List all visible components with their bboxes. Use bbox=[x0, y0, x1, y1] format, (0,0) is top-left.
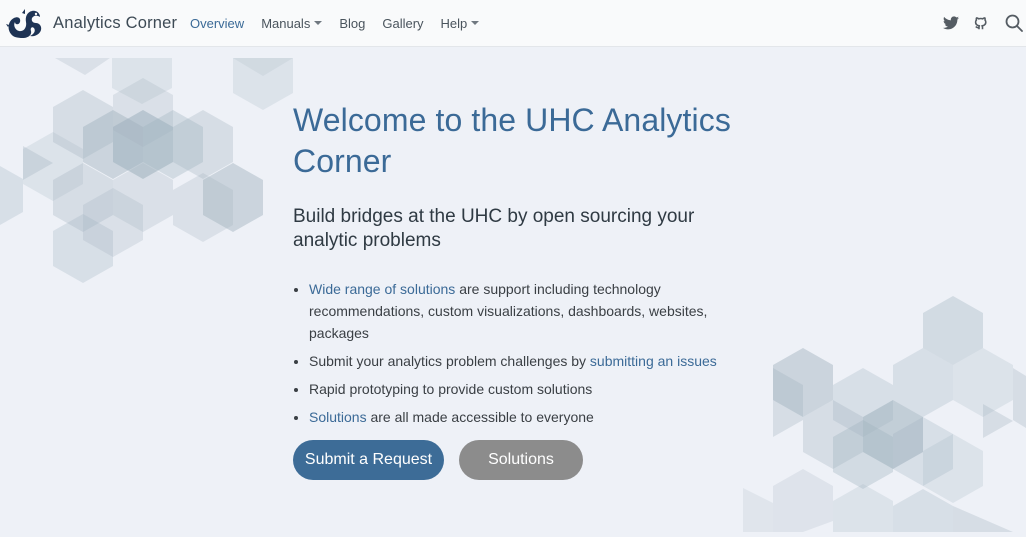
feature-list: Wide range of solutions are support incl… bbox=[293, 278, 733, 428]
list-item: Rapid prototyping to provide custom solu… bbox=[309, 378, 733, 400]
list-item: Wide range of solutions are support incl… bbox=[309, 278, 733, 344]
search-icon[interactable] bbox=[1004, 13, 1024, 33]
page-title: Welcome to the UHC Analytics Corner bbox=[293, 102, 731, 179]
nav-manuals-label: Manuals bbox=[261, 15, 311, 31]
list-item: Submit your analytics problem challenges… bbox=[309, 350, 733, 372]
list-item-text: Submit your analytics problem challenges… bbox=[309, 353, 590, 369]
nav-manuals-dropdown[interactable]: Manuals bbox=[261, 15, 323, 31]
dragon-logo-icon bbox=[6, 7, 44, 39]
list-item-text: Rapid prototyping to provide custom solu… bbox=[309, 381, 593, 397]
hero-subtitle: Build bridges at the UHC by open sourcin… bbox=[293, 206, 695, 251]
nav-blog[interactable]: Blog bbox=[339, 16, 365, 31]
submitting-an-issues-link[interactable]: submitting an issues bbox=[590, 353, 717, 369]
solutions-button[interactable]: Solutions bbox=[459, 440, 583, 480]
caret-down-icon bbox=[471, 21, 480, 25]
caret-down-icon bbox=[314, 21, 323, 25]
brand-title: Analytics Corner bbox=[53, 13, 178, 32]
twitter-icon[interactable] bbox=[941, 13, 961, 33]
nav-gallery[interactable]: Gallery bbox=[382, 16, 423, 31]
top-navbar: Analytics Corner Overview Manuals Blog G… bbox=[0, 0, 1026, 47]
github-icon[interactable] bbox=[971, 13, 991, 33]
nav-icons bbox=[941, 0, 1026, 46]
wide-range-of-solutions-link[interactable]: Wide range of solutions bbox=[309, 281, 455, 297]
list-item-text: are all made accessible to everyone bbox=[366, 409, 594, 425]
hero-buttons: Submit a Request Solutions bbox=[293, 440, 583, 480]
nav-help-dropdown[interactable]: Help bbox=[441, 16, 480, 31]
solutions-link[interactable]: Solutions bbox=[309, 409, 367, 425]
nav-help-label: Help bbox=[440, 15, 468, 31]
submit-request-button[interactable]: Submit a Request bbox=[293, 440, 444, 480]
nav-menu: Overview Manuals Blog Gallery Help bbox=[190, 0, 496, 46]
list-item: Solutions are all made accessible to eve… bbox=[309, 406, 733, 428]
brand[interactable]: Analytics Corner bbox=[6, 6, 177, 40]
hero-content: Welcome to the UHC Analytics Corner Buil… bbox=[293, 100, 733, 434]
nav-overview[interactable]: Overview bbox=[190, 16, 244, 31]
